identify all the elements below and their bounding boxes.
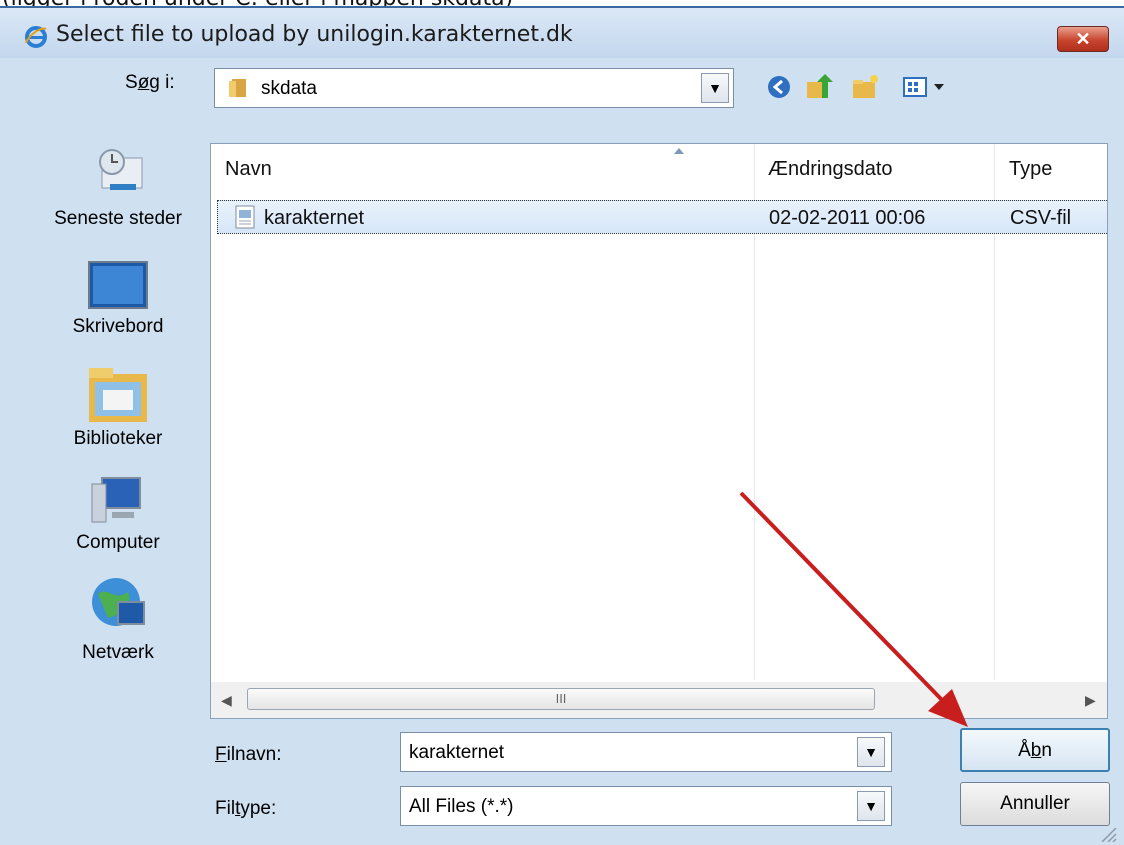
places-bar: Seneste steder Skrivebord Biblioteker Co… (34, 144, 202, 716)
scroll-thumb[interactable]: III (247, 688, 875, 710)
chevron-down-icon: ▼ (864, 798, 878, 814)
close-button[interactable]: ✕ (1057, 26, 1109, 52)
folder-icon (229, 79, 246, 97)
place-label: Skrivebord (72, 316, 164, 337)
view-menu-icon[interactable] (902, 72, 952, 102)
file-name: karakternet (264, 207, 365, 229)
filetype-dropdown-button[interactable]: ▼ (857, 791, 885, 821)
window-title: Select file to upload by unilogin.karakt… (56, 22, 573, 47)
close-icon: ✕ (1075, 29, 1091, 49)
desktop-icon (88, 261, 148, 309)
column-header-name[interactable]: Navn (211, 144, 753, 196)
filename-input[interactable]: karakternet ▼ (400, 732, 892, 772)
recent-places-icon (99, 149, 143, 190)
internet-explorer-icon (25, 26, 47, 48)
title-bar[interactable]: Select file to upload by unilogin.karakt… (0, 8, 1124, 58)
file-type: CSV-fil (1010, 207, 1072, 229)
horizontal-scrollbar[interactable]: ◀ III ▶ (211, 682, 1107, 718)
filename-value: karakternet (409, 742, 505, 763)
place-recent[interactable]: Seneste steder (34, 144, 202, 230)
new-folder-icon[interactable] (850, 72, 880, 102)
filename-dropdown-button[interactable]: ▼ (857, 737, 885, 767)
sort-ascending-icon (674, 148, 684, 154)
look-in-value: skdata (261, 78, 317, 99)
scroll-left-icon[interactable]: ◀ (221, 692, 232, 709)
filetype-dropdown[interactable]: All Files (*.*) ▼ (400, 786, 892, 826)
computer-icon (91, 477, 141, 523)
place-desktop[interactable]: Skrivebord (34, 260, 202, 338)
libraries-icon (89, 368, 147, 422)
file-date: 02-02-2011 00:06 (769, 207, 926, 229)
place-label: Netværk (82, 642, 154, 663)
filetype-value: All Files (*.*) (409, 796, 514, 817)
place-label: Computer (76, 532, 160, 553)
back-icon[interactable] (764, 72, 794, 102)
place-computer[interactable]: Computer (34, 474, 202, 554)
scroll-grip: III (555, 691, 567, 706)
filename-label: Filnavn: (215, 744, 282, 765)
look-in-dropdown[interactable]: skdata ▼ (214, 68, 734, 108)
up-folder-icon[interactable] (804, 72, 834, 102)
file-list[interactable]: Navn Ændringsdato Type karakternet 02-02… (210, 143, 1108, 719)
place-libraries[interactable]: Biblioteker (34, 364, 202, 450)
cancel-button[interactable]: Annuller (960, 782, 1110, 826)
place-label: Seneste steder (54, 208, 182, 229)
chevron-down-icon: ▼ (864, 744, 878, 760)
file-row[interactable]: karakternet 02-02-2011 00:06 CSV-fil (217, 200, 1107, 234)
file-upload-dialog: Select file to upload by unilogin.karakt… (0, 6, 1124, 845)
column-header-date[interactable]: Ændringsdato (754, 144, 994, 196)
chevron-down-icon: ▼ (708, 80, 722, 96)
open-button[interactable]: Åbn (960, 728, 1110, 772)
column-header-type[interactable]: Type (995, 144, 1107, 196)
resize-grip-icon[interactable] (1094, 828, 1118, 842)
csv-file-icon (235, 205, 255, 229)
look-in-dropdown-button[interactable]: ▼ (701, 73, 729, 103)
filetype-label: Filtype: (215, 798, 277, 819)
place-label: Biblioteker (73, 428, 163, 449)
place-network[interactable]: Netværk (34, 572, 202, 664)
network-icon (92, 578, 145, 626)
look-in-label: Søg i: (125, 72, 175, 93)
scroll-right-icon[interactable]: ▶ (1085, 692, 1096, 709)
